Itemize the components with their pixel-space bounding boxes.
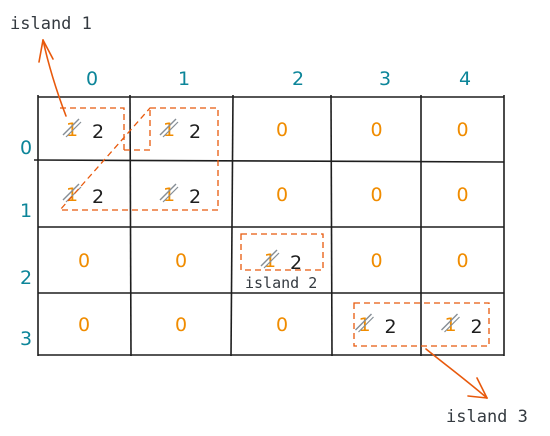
- island-2-label: island 2: [245, 274, 317, 292]
- grid-cell: 0: [175, 314, 187, 336]
- water-value: 0: [78, 250, 90, 272]
- water-value: 0: [370, 184, 382, 206]
- grid-cell: 0: [78, 314, 90, 336]
- new-island-value: 2: [470, 316, 482, 338]
- island-3-label: island 3: [446, 407, 528, 427]
- new-island-value: 2: [189, 121, 201, 143]
- grid-vline: [230, 94, 234, 357]
- grid-cell: 0: [456, 250, 468, 272]
- grid-cell: 12: [441, 313, 483, 338]
- row-header: 0: [20, 137, 32, 159]
- island-grid-diagram: 0 1 2 3 40123 1 2 1 2 0 0 01 2 1 2 0 0 00 0 1 2 0 00 0 0 1 2 1 2 is…: [10, 14, 528, 427]
- new-island-value: 2: [290, 252, 302, 274]
- column-header: 0: [86, 68, 98, 90]
- row-header: 1: [20, 200, 32, 222]
- column-header: 1: [178, 68, 190, 90]
- island-2-outline: [240, 233, 324, 271]
- water-value: 0: [175, 250, 187, 272]
- water-value: 0: [370, 250, 382, 272]
- grid-cell: 0: [370, 250, 382, 272]
- grid-cell: 12: [355, 313, 397, 338]
- grid-cell: 0: [175, 250, 187, 272]
- water-value: 0: [276, 119, 288, 141]
- grid-cell: 0: [370, 184, 382, 206]
- water-value: 0: [276, 314, 288, 336]
- column-header: 2: [292, 68, 304, 90]
- grid-cell: 12: [159, 118, 201, 143]
- grid-cell: 12: [62, 118, 104, 143]
- new-island-value: 2: [92, 186, 104, 208]
- water-value: 0: [276, 184, 288, 206]
- grid-cell: 0: [456, 184, 468, 206]
- grid-cell: 0: [276, 314, 288, 336]
- grid-cells: 1 2 1 2 0 0 01 2 1 2 0 0 00 0 1 2 0 00 0 0 1 2 1 2: [62, 118, 483, 338]
- water-value: 0: [456, 119, 468, 141]
- water-value: 0: [78, 314, 90, 336]
- row-header: 2: [20, 267, 32, 289]
- island-1-arrow: [38, 39, 67, 117]
- row-header: 3: [20, 328, 32, 350]
- grid-vline: [129, 94, 132, 357]
- grid-cell: 0: [276, 119, 288, 141]
- column-header: 4: [459, 68, 471, 90]
- grid-lines: [33, 94, 505, 357]
- grid-cell: 0: [370, 119, 382, 141]
- grid-headers: 0 1 2 3 40123: [20, 68, 471, 350]
- water-value: 0: [175, 314, 187, 336]
- water-value: 0: [456, 184, 468, 206]
- island-1-label: island 1: [10, 14, 92, 34]
- grid-cell: 0: [276, 184, 288, 206]
- new-island-value: 2: [189, 186, 201, 208]
- column-header: 3: [379, 68, 391, 90]
- grid-cell: 0: [78, 250, 90, 272]
- new-island-value: 2: [92, 121, 104, 143]
- island-3-arrow: [425, 348, 488, 399]
- water-value: 0: [456, 250, 468, 272]
- new-island-value: 2: [384, 316, 396, 338]
- grid-cell: 12: [62, 183, 104, 208]
- grid-cell: 12: [159, 183, 201, 208]
- water-value: 0: [370, 119, 382, 141]
- grid-vline: [330, 94, 333, 357]
- grid-cell: 0: [456, 119, 468, 141]
